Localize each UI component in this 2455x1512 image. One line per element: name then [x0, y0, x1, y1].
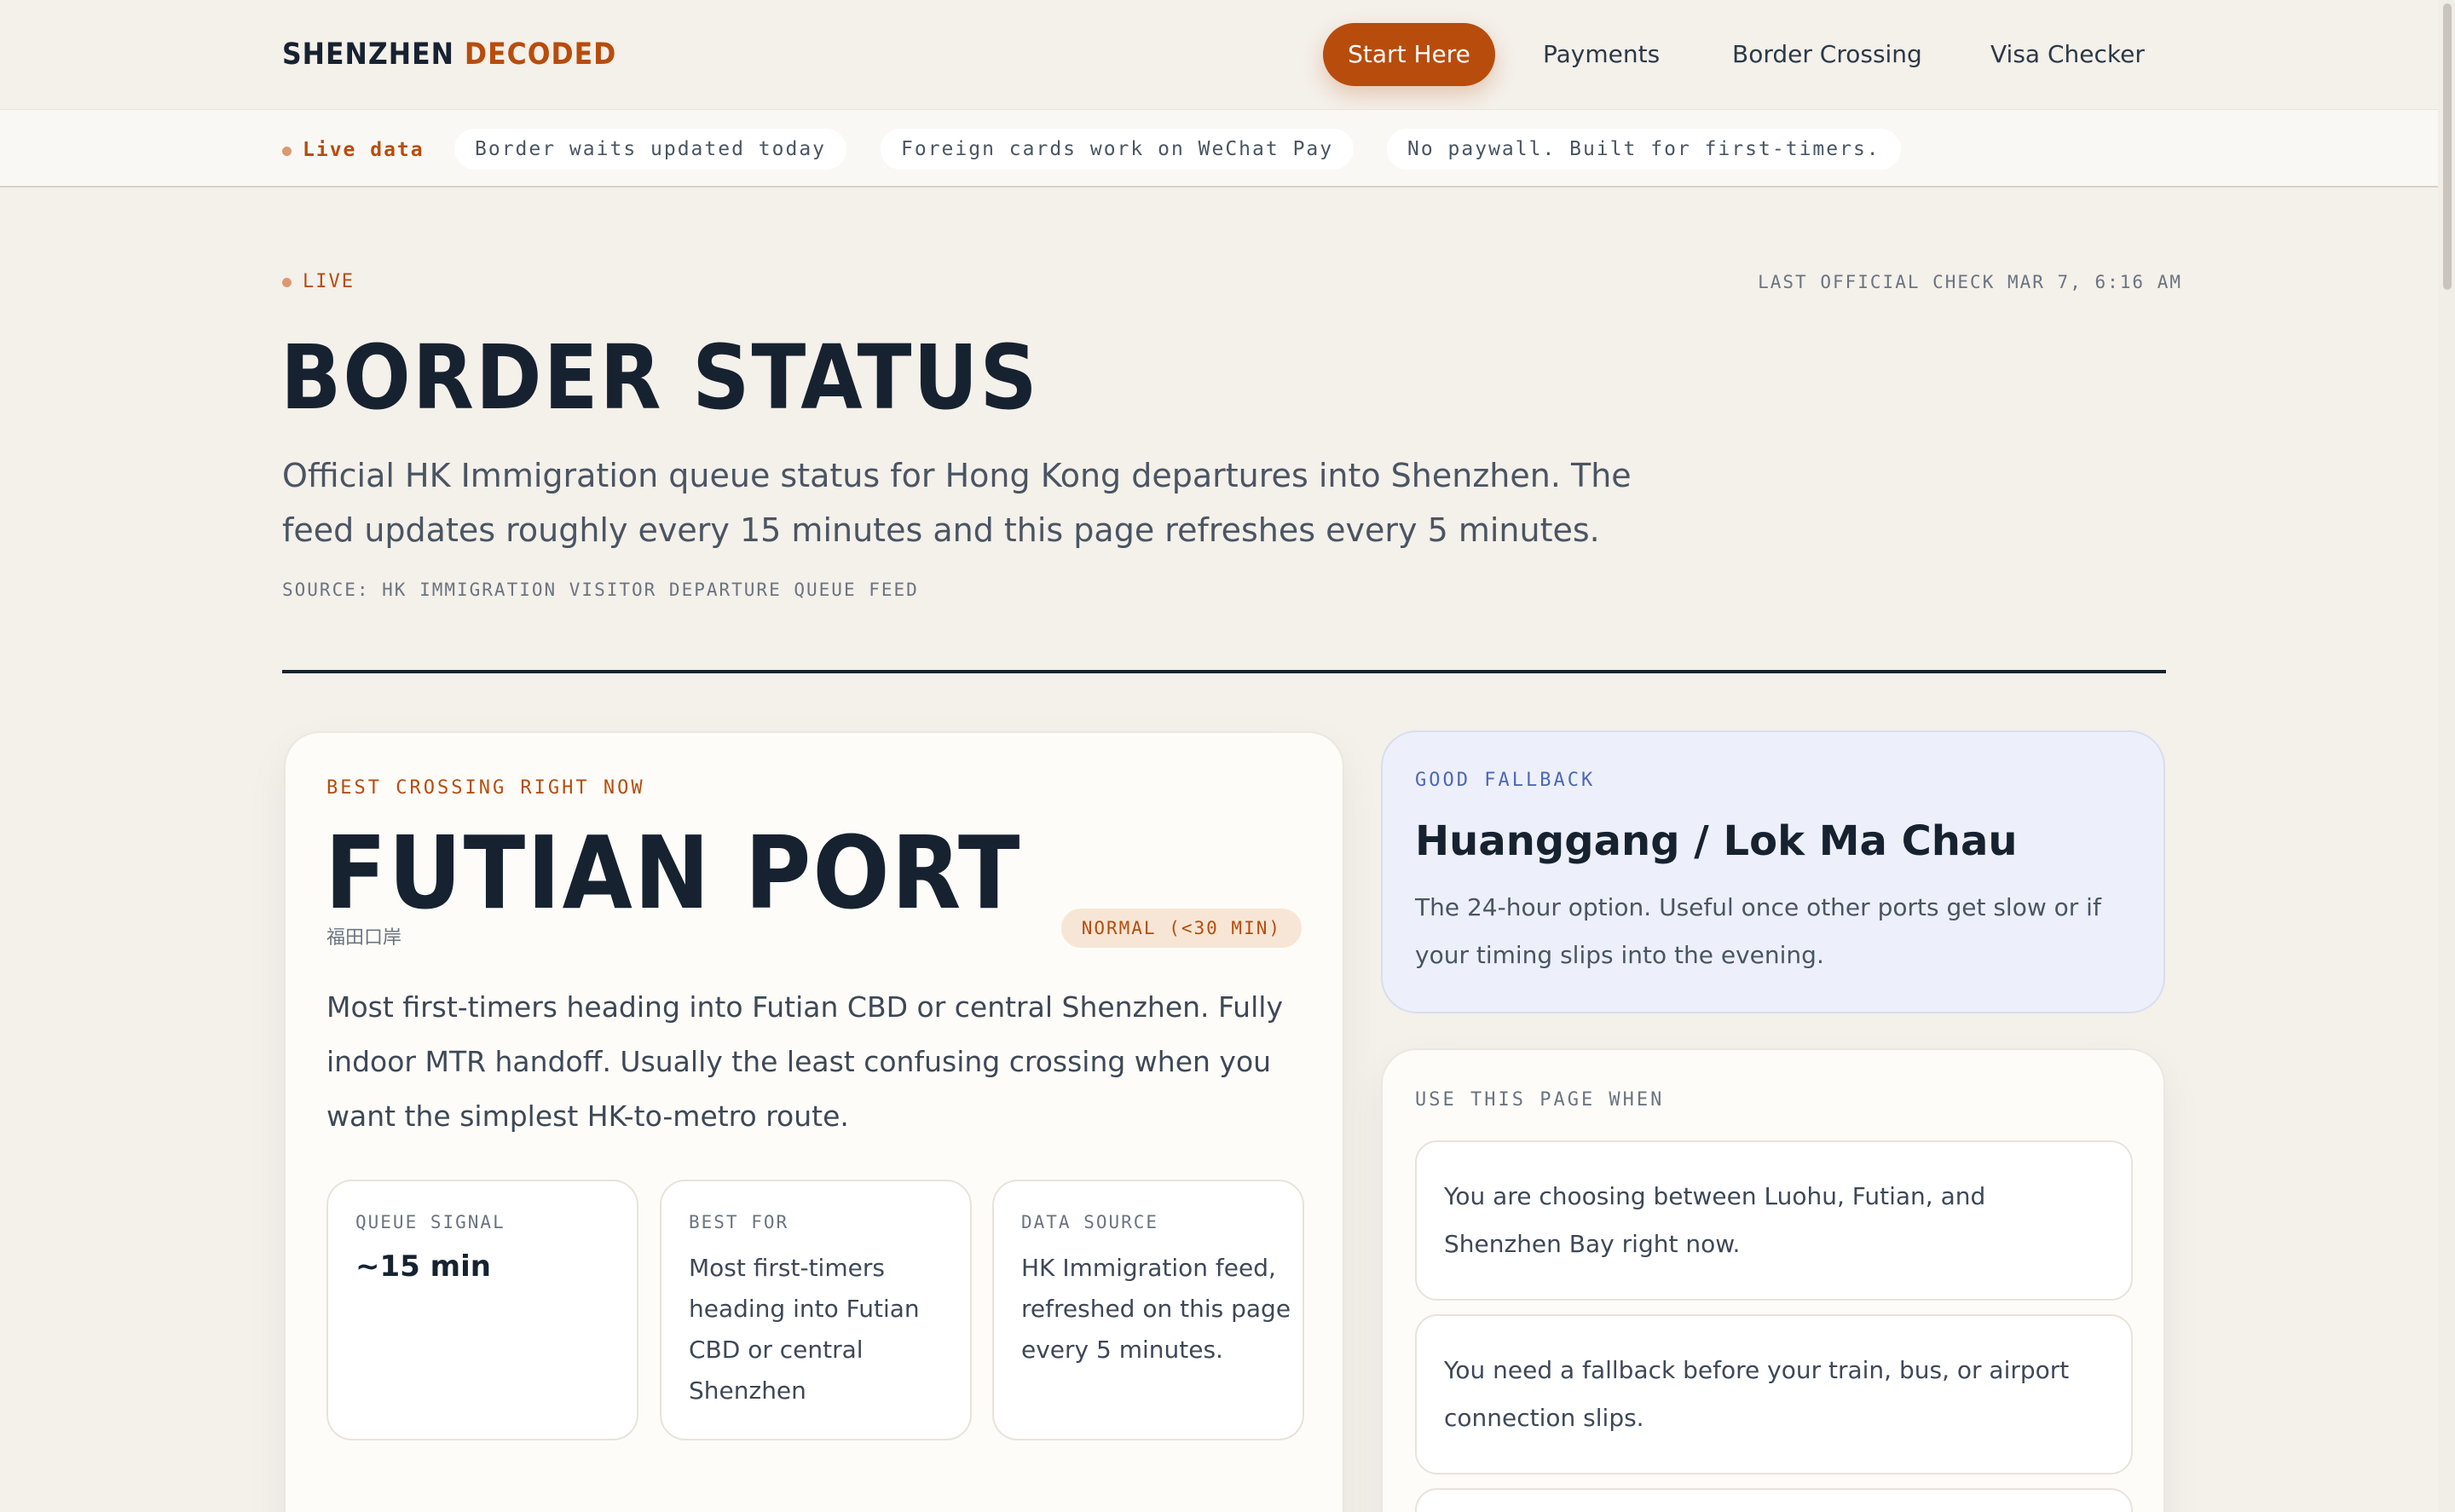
- list-item: You need a fallback before your train, b…: [1415, 1314, 2133, 1474]
- list-item: You are choosing between Luohu, Futian, …: [1415, 1140, 2133, 1301]
- use-this-page-card: USE THIS PAGE WHEN You are choosing betw…: [1381, 1048, 2165, 1512]
- live-dot-icon: [282, 147, 292, 156]
- nav-visa-checker[interactable]: Visa Checker: [1990, 23, 2145, 86]
- ticker-pill: No paywall. Built for first-timers.: [1387, 129, 1901, 170]
- page-description: Official HK Immigration queue status for…: [282, 457, 1632, 549]
- fallback-title: Huanggang / Lok Ma Chau: [1415, 817, 2018, 865]
- fallback-eyebrow: GOOD FALLBACK: [1415, 770, 1596, 791]
- nav-payments[interactable]: Payments: [1543, 23, 1660, 86]
- best-crossing-eyebrow: BEST CROSSING RIGHT NOW: [326, 777, 645, 799]
- nav-border-crossing[interactable]: Border Crossing: [1732, 23, 1922, 86]
- stat-label: DATA SOURCE: [1021, 1212, 1159, 1232]
- logo-main: SHENZHEN: [282, 38, 454, 72]
- port-name: FUTIAN PORT: [325, 814, 1022, 932]
- page-scrollbar[interactable]: [2438, 0, 2455, 1512]
- live-dot-icon: [282, 278, 292, 287]
- ticker-pill: Foreign cards work on WeChat Pay: [881, 129, 1355, 170]
- stat-value: HK Immigration feed, refreshed on this p…: [1021, 1254, 1291, 1364]
- port-description: Most first-timers heading into Futian CB…: [326, 990, 1283, 1133]
- logo-accent: DECODED: [464, 38, 617, 72]
- stat-data-source: DATA SOURCE HK Immigration feed, refresh…: [992, 1180, 1304, 1440]
- live-tag-text: LIVE: [303, 271, 355, 292]
- status-badge: NORMAL (<30 MIN): [1060, 909, 1302, 948]
- ticker-pill: Border waits updated today: [454, 129, 847, 170]
- last-official-check: LAST OFFICIAL CHECK MAR 7, 6:16 AM: [1758, 272, 2182, 292]
- port-name-chinese: 福田口岸: [326, 927, 402, 949]
- stat-queue-signal: QUEUE SIGNAL ~15 min: [326, 1180, 638, 1440]
- live-data-label: Live data: [282, 136, 425, 164]
- live-data-text: Live data: [303, 139, 425, 161]
- fallback-card: GOOD FALLBACK Huanggang / Lok Ma Chau Th…: [1381, 730, 2165, 1013]
- fallback-description: The 24-hour option. Useful once other po…: [1415, 893, 2101, 969]
- stat-value: Most first-timers heading into Futian CB…: [689, 1254, 920, 1405]
- data-source-note: SOURCE: HK IMMIGRATION VISITOR DEPARTURE…: [282, 580, 919, 600]
- list-item: [1415, 1488, 2133, 1512]
- nav-start-here-button[interactable]: Start Here: [1323, 23, 1495, 86]
- live-tag: LIVE: [282, 271, 355, 293]
- scrollbar-thumb[interactable]: [2443, 3, 2452, 290]
- stat-label: BEST FOR: [689, 1212, 789, 1232]
- page-title: BORDER STATUS: [280, 326, 1039, 430]
- section-divider: [282, 670, 2166, 673]
- stat-label: QUEUE SIGNAL: [355, 1212, 505, 1232]
- site-logo[interactable]: SHENZHEN DECODED: [282, 38, 616, 72]
- site-header: SHENZHEN DECODED Start Here Payments Bor…: [0, 0, 2438, 109]
- info-ticker: Live data Border waits updated today For…: [0, 109, 2438, 188]
- best-crossing-card: BEST CROSSING RIGHT NOW FUTIAN PORT 福田口岸…: [284, 731, 1344, 1512]
- stat-value: ~15 min: [355, 1249, 491, 1284]
- use-page-eyebrow: USE THIS PAGE WHEN: [1415, 1089, 1665, 1111]
- stat-best-for: BEST FOR Most first-timers heading into …: [660, 1180, 972, 1440]
